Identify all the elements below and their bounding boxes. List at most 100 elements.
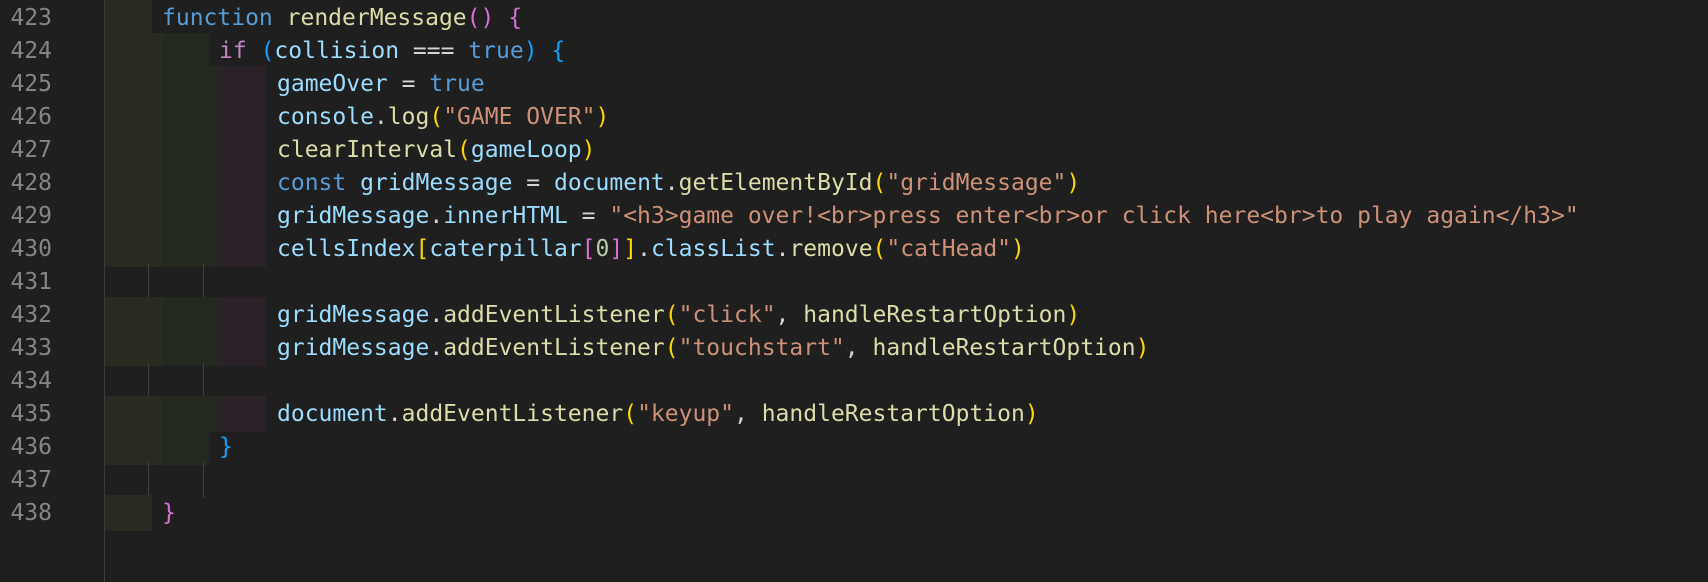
code-text[interactable]: gameOver = true	[277, 66, 485, 102]
code-text[interactable]: }	[162, 495, 176, 531]
code-token: ]	[609, 236, 624, 262]
indent-guide	[105, 0, 152, 36]
code-line[interactable]: 433 gridMessage.addEventListener("touchst…	[0, 330, 1708, 366]
indent-guide	[162, 396, 219, 432]
code-text[interactable]: clearInterval(gameLoop)	[277, 132, 596, 168]
code-line[interactable]: 438}	[0, 495, 1708, 531]
code-line[interactable]: 432 gridMessage.addEventListener("click",…	[0, 297, 1708, 333]
code-token: =	[387, 71, 430, 97]
indent-guide	[162, 33, 209, 69]
code-token: .	[664, 170, 679, 196]
code-text[interactable]: function renderMessage() {	[162, 0, 522, 36]
code-line[interactable]: 434	[0, 363, 1708, 399]
code-token: .	[373, 104, 388, 130]
code-token: )	[581, 137, 596, 163]
code-token: (	[664, 335, 679, 361]
code-token: [	[581, 236, 596, 262]
line-number: 432	[10, 302, 52, 328]
code-text[interactable]: gridMessage.addEventListener("click", ha…	[277, 297, 1080, 333]
code-line[interactable]: 426 console.log("GAME OVER")	[0, 99, 1708, 135]
code-token: caterpillar	[429, 236, 582, 262]
code-token: .	[429, 335, 444, 361]
code-text[interactable]: if (collision === true) {	[219, 33, 565, 69]
indent-guide-line	[203, 264, 204, 300]
code-line[interactable]: 430 cellsIndex[caterpillar[0]].classList.…	[0, 231, 1708, 267]
code-token: ===	[399, 38, 469, 64]
indent-guide	[162, 297, 219, 333]
code-token: ,	[775, 302, 804, 328]
code-line[interactable]: 428 const gridMessage = document.getEleme…	[0, 165, 1708, 201]
code-token: handleRestartOption	[803, 302, 1067, 328]
code-text[interactable]: gridMessage.addEventListener("touchstart…	[277, 330, 1149, 366]
line-number: 426	[10, 104, 52, 130]
code-line[interactable]: 423 function renderMessage() {	[0, 0, 1708, 36]
code-text[interactable]: console.log("GAME OVER")	[277, 99, 609, 135]
code-token: 0	[595, 236, 610, 262]
code-token: innerHTML	[443, 203, 568, 229]
indent-guide	[162, 429, 209, 465]
code-token: ,	[734, 401, 762, 427]
code-token: getElementById	[678, 170, 873, 196]
code-line[interactable]: 425 gameOver = true	[0, 66, 1708, 102]
code-token: (	[872, 170, 887, 196]
code-token: {	[551, 38, 566, 64]
code-text[interactable]: document.addEventListener("keyup", handl…	[277, 396, 1039, 432]
indent-guide	[162, 66, 219, 102]
code-token: )	[1135, 335, 1150, 361]
line-number: 425	[10, 71, 52, 97]
code-text[interactable]: gridMessage.innerHTML = "<h3>game over!<…	[277, 198, 1579, 234]
code-token: .	[429, 302, 444, 328]
code-token: [	[415, 236, 430, 262]
indent-guide	[162, 330, 219, 366]
indent-guide	[219, 66, 266, 102]
indent-guide	[105, 495, 152, 531]
code-token: true	[468, 38, 524, 64]
code-line[interactable]: 431	[0, 264, 1708, 300]
code-line[interactable]: 429 gridMessage.innerHTML = "<h3>game ove…	[0, 198, 1708, 234]
code-text[interactable]: const gridMessage = document.getElementB…	[277, 165, 1080, 201]
line-number: 428	[10, 170, 52, 196]
code-text[interactable]: cellsIndex[caterpillar[0]].classList.rem…	[277, 231, 1025, 267]
code-token: "<h3>game over!<br>press enter<br>or cli…	[609, 203, 1579, 229]
indent-guide	[219, 297, 266, 333]
line-number: 436	[10, 434, 52, 460]
code-token: )	[523, 38, 538, 64]
code-token: }	[219, 434, 233, 460]
indent-guide	[162, 132, 219, 168]
code-token: )	[1024, 401, 1039, 427]
code-token: gridMessage	[277, 335, 430, 361]
code-token: "click"	[678, 302, 776, 328]
line-number: 423	[10, 5, 52, 31]
code-token: cellsIndex	[277, 236, 416, 262]
code-token: gridMessage	[277, 203, 430, 229]
code-editor[interactable]: 423 function renderMessage() {424 if (coll…	[0, 0, 1708, 582]
code-token: (	[872, 236, 887, 262]
code-token: handleRestartOption	[872, 335, 1136, 361]
code-token: gameOver	[277, 71, 388, 97]
code-token: addEventListener	[401, 401, 624, 427]
indent-guide	[105, 66, 162, 102]
code-text[interactable]: }	[219, 429, 233, 465]
indent-guide-line	[203, 363, 204, 399]
code-token: gridMessage	[360, 170, 513, 196]
code-token: }	[162, 500, 176, 526]
code-token: "touchstart"	[678, 335, 845, 361]
code-token: =	[512, 170, 554, 196]
indent-guide	[219, 198, 266, 234]
code-token: .	[387, 401, 402, 427]
code-line[interactable]: 436}	[0, 429, 1708, 465]
code-line[interactable]: 427 clearInterval(gameLoop)	[0, 132, 1708, 168]
code-token: remove	[789, 236, 873, 262]
code-token: handleRestartOption	[761, 401, 1025, 427]
code-line[interactable]: 424 if (collision === true) {	[0, 33, 1708, 69]
indent-guide-line	[203, 462, 204, 498]
line-number: 435	[10, 401, 52, 427]
code-token: gridMessage	[277, 302, 430, 328]
line-number: 438	[10, 500, 52, 526]
code-line[interactable]: 437	[0, 462, 1708, 498]
code-line[interactable]: 435 document.addEventListener("keyup", ha…	[0, 396, 1708, 432]
code-token: (	[429, 104, 444, 130]
code-token: "GAME OVER"	[443, 104, 596, 130]
